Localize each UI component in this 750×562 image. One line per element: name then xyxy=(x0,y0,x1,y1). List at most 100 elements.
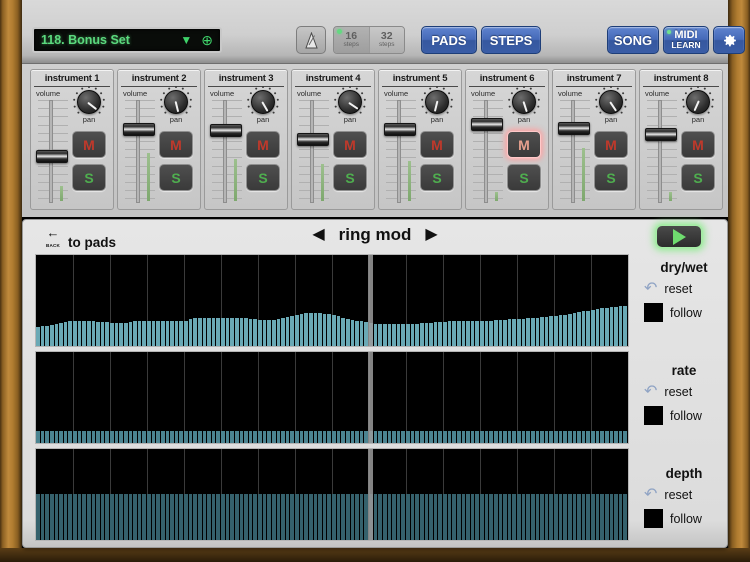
step-bar[interactable] xyxy=(203,318,207,346)
step-bar[interactable] xyxy=(281,318,285,346)
automation-lane-rate[interactable] xyxy=(35,351,629,444)
step-bar[interactable] xyxy=(216,431,220,443)
step-bar[interactable] xyxy=(314,431,318,443)
step-bar[interactable] xyxy=(522,431,526,443)
step-bar[interactable] xyxy=(277,319,281,346)
step-bar[interactable] xyxy=(73,321,77,346)
pan-knob-body[interactable] xyxy=(164,90,188,114)
step-bar[interactable] xyxy=(189,319,193,346)
step-bar[interactable] xyxy=(244,318,248,346)
step-bar[interactable] xyxy=(360,321,364,346)
step-bar[interactable] xyxy=(230,431,234,443)
step-bar[interactable] xyxy=(277,431,281,443)
step-bar[interactable] xyxy=(152,431,156,443)
step-bar[interactable] xyxy=(388,324,392,346)
step-bar[interactable] xyxy=(110,323,114,346)
step-bar[interactable] xyxy=(397,494,401,540)
step-bar[interactable] xyxy=(175,494,179,540)
step-bar[interactable] xyxy=(605,431,609,443)
step-bar[interactable] xyxy=(341,494,345,540)
step-bar[interactable] xyxy=(494,320,498,346)
step-bar[interactable] xyxy=(101,431,105,443)
step-bar[interactable] xyxy=(314,313,318,346)
step-bar[interactable] xyxy=(249,431,253,443)
mute-button[interactable]: M xyxy=(420,131,454,158)
step-bar[interactable] xyxy=(156,431,160,443)
step-bar[interactable] xyxy=(327,494,331,540)
step-bar[interactable] xyxy=(258,431,262,443)
step-bar[interactable] xyxy=(554,494,558,540)
step-bar[interactable] xyxy=(300,494,304,540)
step-bar[interactable] xyxy=(64,322,68,346)
step-bar[interactable] xyxy=(207,318,211,346)
pan-knob-body[interactable] xyxy=(251,90,275,114)
step-bar[interactable] xyxy=(50,494,54,540)
step-bar[interactable] xyxy=(198,494,202,540)
step-bar[interactable] xyxy=(586,311,590,346)
step-bar[interactable] xyxy=(184,431,188,443)
step-bar[interactable] xyxy=(221,431,225,443)
step-bar[interactable] xyxy=(258,494,262,540)
step-bar[interactable] xyxy=(124,431,128,443)
solo-button[interactable]: S xyxy=(420,164,454,191)
step-bar[interactable] xyxy=(142,494,146,540)
step-bar[interactable] xyxy=(82,321,86,346)
pan-knob[interactable]: pan xyxy=(72,88,106,128)
step-bar[interactable] xyxy=(290,494,294,540)
step-bar[interactable] xyxy=(193,431,197,443)
step-bar[interactable] xyxy=(207,431,211,443)
pan-knob-body[interactable] xyxy=(512,90,536,114)
step-bar[interactable] xyxy=(517,494,521,540)
step-bar[interactable] xyxy=(623,306,627,346)
reset-button[interactable]: ↶reset xyxy=(641,385,727,399)
step-bar[interactable] xyxy=(457,431,461,443)
step-bar[interactable] xyxy=(554,431,558,443)
settings-button[interactable] xyxy=(713,26,745,54)
step-bar[interactable] xyxy=(235,494,239,540)
volume-fader[interactable] xyxy=(647,100,677,203)
step-bar[interactable] xyxy=(568,494,572,540)
follow-checkbox-icon[interactable] xyxy=(644,406,663,425)
fader-handle[interactable] xyxy=(210,124,242,137)
step-bar[interactable] xyxy=(189,494,193,540)
automation-lane-dry-wet[interactable] xyxy=(35,254,629,347)
step-bar[interactable] xyxy=(314,494,318,540)
step-bar[interactable] xyxy=(471,321,475,346)
step-bar[interactable] xyxy=(475,494,479,540)
follow-toggle[interactable]: follow xyxy=(641,406,727,425)
pan-knob[interactable]: pan xyxy=(594,88,628,128)
mute-button[interactable]: M xyxy=(681,131,715,158)
step-bar[interactable] xyxy=(105,494,109,540)
step-bar[interactable] xyxy=(577,431,581,443)
steps-32-option[interactable]: 32 steps xyxy=(369,27,405,53)
step-bar[interactable] xyxy=(526,494,530,540)
step-bar[interactable] xyxy=(462,494,466,540)
step-bar[interactable] xyxy=(41,494,45,540)
step-bar[interactable] xyxy=(619,494,623,540)
step-bar[interactable] xyxy=(346,319,350,346)
step-bar[interactable] xyxy=(522,494,526,540)
step-bar[interactable] xyxy=(526,318,530,346)
step-bar[interactable] xyxy=(115,323,119,346)
step-bar[interactable] xyxy=(545,494,549,540)
step-bar[interactable] xyxy=(540,431,544,443)
step-bar[interactable] xyxy=(36,327,40,346)
step-bar[interactable] xyxy=(309,431,313,443)
step-bar[interactable] xyxy=(508,319,512,346)
lane-bars[interactable] xyxy=(36,352,628,443)
step-bar[interactable] xyxy=(129,494,133,540)
step-bar[interactable] xyxy=(152,321,156,346)
pan-knob[interactable]: pan xyxy=(420,88,454,128)
step-bar[interactable] xyxy=(124,494,128,540)
step-bar[interactable] xyxy=(573,431,577,443)
step-bar[interactable] xyxy=(374,324,378,346)
step-bar[interactable] xyxy=(332,494,336,540)
step-bar[interactable] xyxy=(499,431,503,443)
step-bar[interactable] xyxy=(124,323,128,346)
step-bar[interactable] xyxy=(573,313,577,346)
step-bar[interactable] xyxy=(610,431,614,443)
step-bar[interactable] xyxy=(619,306,623,346)
step-bar[interactable] xyxy=(401,324,405,346)
tab-song[interactable]: SONG xyxy=(607,26,659,54)
step-bar[interactable] xyxy=(119,494,123,540)
